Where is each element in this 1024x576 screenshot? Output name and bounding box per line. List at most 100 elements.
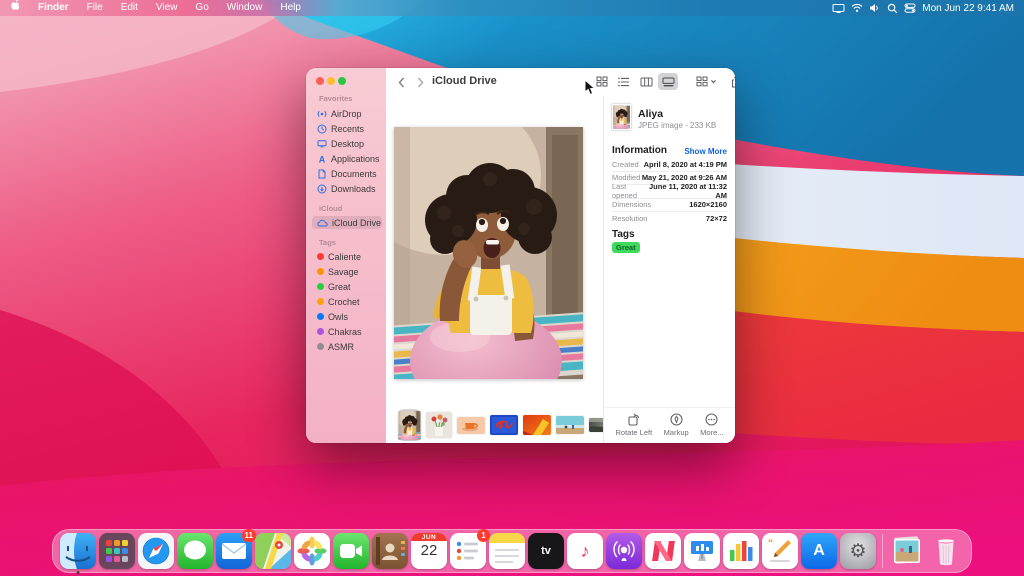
downloads-icon — [317, 184, 327, 194]
dock-music[interactable]: ♪ — [567, 533, 603, 569]
dock-photos[interactable] — [294, 533, 330, 569]
sidebar-item-label: Documents — [331, 169, 377, 179]
minimize-button[interactable] — [327, 77, 335, 85]
spotlight-search-icon[interactable] — [887, 3, 898, 14]
dock-pages[interactable]: “ — [762, 533, 798, 569]
tag-label: Chakras — [328, 327, 362, 337]
forward-button[interactable] — [412, 74, 428, 90]
info-row-dimensions: Dimensions 1620×2160 — [612, 199, 727, 213]
gear-icon: ⚙ — [840, 533, 876, 569]
dock-system-preferences[interactable]: ⚙ — [840, 533, 876, 569]
dock-launchpad[interactable] — [99, 533, 135, 569]
thumbnail-flowers[interactable] — [426, 412, 452, 438]
dock-calendar[interactable]: JUN 22 — [411, 533, 447, 569]
dock-finder[interactable] — [60, 533, 96, 569]
sidebar-tag-savage[interactable]: Savage — [312, 265, 382, 278]
menu-item-help[interactable]: Help — [271, 0, 310, 16]
sidebar-item-downloads[interactable]: Downloads — [312, 182, 382, 195]
photos-icon — [294, 533, 330, 569]
menu-clock[interactable]: Mon Jun 22 9:41 AM — [922, 3, 1014, 14]
dock-news[interactable] — [645, 533, 681, 569]
main-photo-preview[interactable] — [394, 127, 583, 379]
mail-badge: 11 — [242, 529, 256, 542]
info-label: Last opened — [612, 182, 648, 200]
podcasts-icon — [606, 533, 642, 569]
sidebar-item-applications[interactable]: A Applications — [312, 152, 382, 165]
sidebar-tag-asmr[interactable]: ASMR — [312, 340, 382, 353]
thumbnail-blue-painting[interactable] — [490, 415, 518, 435]
zoom-button[interactable] — [338, 77, 346, 85]
group-icon — [696, 76, 718, 87]
menu-item-file[interactable]: File — [78, 0, 112, 16]
control-center-icon[interactable] — [904, 3, 916, 13]
sidebar-item-label: Recents — [331, 124, 364, 134]
contacts-icon — [372, 533, 408, 569]
information-heading: Information — [612, 145, 667, 156]
chevron-left-icon — [398, 77, 405, 88]
dock-keynote[interactable] — [684, 533, 720, 569]
dock-contacts[interactable] — [372, 533, 408, 569]
more-actions-button[interactable]: More... — [700, 413, 723, 437]
dock-trash[interactable] — [928, 533, 964, 569]
dock-reminders[interactable]: 1 — [450, 533, 486, 569]
sidebar-item-airdrop[interactable]: AirDrop — [312, 107, 382, 120]
back-button[interactable] — [393, 74, 409, 90]
rotate-left-button[interactable]: Rotate Left — [615, 413, 652, 437]
dock-facetime[interactable] — [333, 533, 369, 569]
menu-item-edit[interactable]: Edit — [112, 0, 147, 16]
sidebar-tag-owls[interactable]: Owls — [312, 310, 382, 323]
close-button[interactable] — [316, 77, 324, 85]
sidebar-item-icloud-drive[interactable]: iCloud Drive — [312, 216, 382, 229]
sidebar-item-desktop[interactable]: Desktop — [312, 137, 382, 150]
menu-item-window[interactable]: Window — [218, 0, 272, 16]
sidebar-item-recents[interactable]: Recents — [312, 122, 382, 135]
dock-downloads-stack[interactable] — [889, 533, 925, 569]
window-title: iCloud Drive — [432, 75, 497, 87]
gallery-view-button[interactable] — [658, 73, 678, 90]
dock-numbers[interactable] — [723, 533, 759, 569]
sidebar-tag-great[interactable]: Great — [312, 280, 382, 293]
dock-appstore[interactable]: A — [801, 533, 837, 569]
volume-icon[interactable] — [869, 3, 881, 13]
sidebar-section-favorites: Favorites — [319, 94, 352, 103]
sidebar-tag-caliente[interactable]: Caliente — [312, 250, 382, 263]
sidebar-item-label: AirDrop — [331, 109, 362, 119]
svg-text:“: “ — [768, 538, 773, 549]
share-button[interactable] — [726, 73, 735, 90]
column-view-button[interactable] — [636, 73, 656, 90]
maps-icon — [255, 533, 291, 569]
wifi-icon[interactable] — [851, 3, 863, 13]
dock-notes[interactable] — [489, 533, 525, 569]
thumbnail-cup[interactable] — [457, 417, 485, 434]
list-view-button[interactable] — [614, 73, 634, 90]
show-more-link[interactable]: Show More — [684, 147, 727, 156]
dock-mail[interactable]: 11 — [216, 533, 252, 569]
calendar-day: 22 — [411, 542, 447, 559]
menu-item-finder[interactable]: Finder — [29, 0, 78, 16]
group-by-button[interactable] — [692, 73, 722, 90]
music-note-icon: ♪ — [567, 533, 603, 569]
info-row-last-opened: Last opened June 11, 2020 at 11:32 AM — [612, 185, 727, 199]
sidebar-tag-crochet[interactable]: Crochet — [312, 295, 382, 308]
apple-menu[interactable] — [0, 0, 29, 18]
tag-pill-great[interactable]: Great — [612, 242, 640, 253]
dock-podcasts[interactable] — [606, 533, 642, 569]
display-icon[interactable] — [832, 3, 845, 14]
action-label: More... — [700, 428, 723, 437]
numbers-icon — [723, 533, 759, 569]
dock-maps[interactable] — [255, 533, 291, 569]
sidebar-item-documents[interactable]: Documents — [312, 167, 382, 180]
finder-window: Favorites AirDrop Recents Desktop — [306, 68, 735, 443]
sidebar-tag-chakras[interactable]: Chakras — [312, 325, 382, 338]
markup-icon — [670, 413, 683, 426]
thumbnail-aliya-selected[interactable] — [398, 409, 421, 441]
menu-item-go[interactable]: Go — [186, 0, 217, 16]
thumbnail-beach[interactable] — [556, 416, 584, 434]
thumbnail-orange-abstract[interactable] — [523, 415, 551, 435]
info-row-created: Created April 8, 2020 at 4:19 PM — [612, 158, 727, 172]
markup-button[interactable]: Markup — [664, 413, 689, 437]
dock-safari[interactable] — [138, 533, 174, 569]
dock-tv[interactable]: tv — [528, 533, 564, 569]
dock-messages[interactable] — [177, 533, 213, 569]
menu-item-view[interactable]: View — [147, 0, 187, 16]
